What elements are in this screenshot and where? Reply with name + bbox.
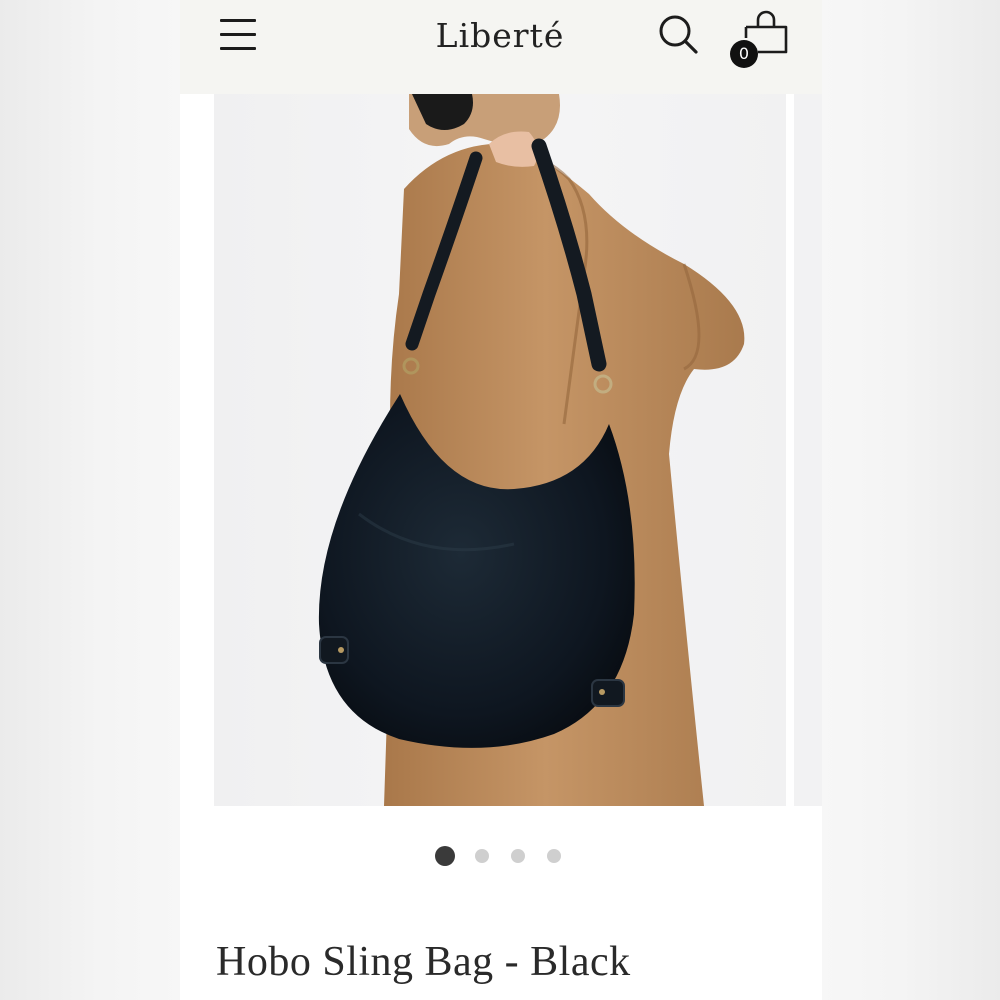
product-image-gallery[interactable]: [214, 94, 786, 806]
cart-count-badge: 0: [730, 40, 758, 68]
hamburger-menu-icon-bar: [220, 47, 256, 50]
product-page: Liberté 0 Hobo Sling Bag - Black: [180, 0, 822, 1000]
search-icon: [659, 15, 698, 54]
next-image-peek[interactable]: [794, 94, 822, 806]
pagination-dot-3[interactable]: [511, 849, 525, 863]
menu-button[interactable]: [218, 15, 258, 55]
pagination-dot-1[interactable]: [435, 846, 455, 866]
pagination-dot-2[interactable]: [475, 849, 489, 863]
hamburger-menu-icon: [220, 19, 256, 22]
product-title: Hobo Sling Bag - Black: [216, 939, 631, 985]
search-button[interactable]: [657, 12, 701, 56]
hamburger-menu-icon-bar: [220, 33, 256, 36]
pagination-dot-4[interactable]: [547, 849, 561, 863]
product-photo: [318, 94, 745, 806]
brand-logo[interactable]: Liberté: [380, 12, 620, 60]
cart-button[interactable]: 0: [730, 8, 794, 70]
gallery-pagination: [435, 846, 575, 866]
site-header: Liberté 0: [180, 0, 822, 94]
